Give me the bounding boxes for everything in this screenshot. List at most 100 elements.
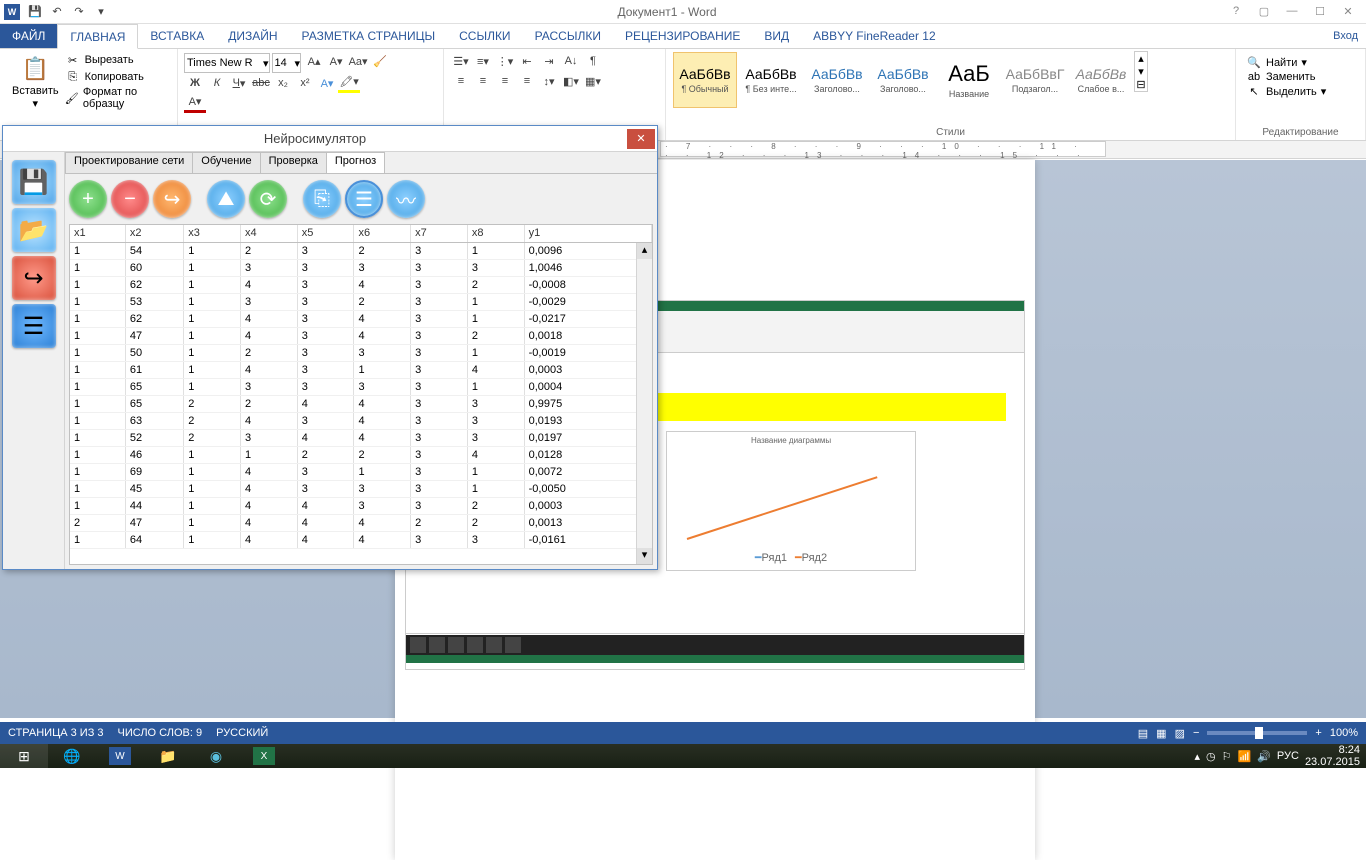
tab-review[interactable]: РЕЦЕНЗИРОВАНИЕ bbox=[613, 24, 752, 48]
sort-icon[interactable]: A↓ bbox=[560, 51, 582, 71]
grid-cell[interactable]: 1 bbox=[467, 293, 524, 310]
decrease-indent-icon[interactable]: ⇤ bbox=[516, 51, 538, 71]
close-icon[interactable]: ✕ bbox=[1334, 5, 1362, 18]
grid-cell[interactable]: 4 bbox=[241, 514, 298, 531]
grid-cell[interactable]: 50 bbox=[125, 344, 183, 361]
taskbar-explorer[interactable]: 📁 bbox=[144, 744, 192, 768]
grid-cell[interactable]: 65 bbox=[125, 395, 183, 412]
styles-more-icon[interactable]: ⊟ bbox=[1135, 78, 1147, 91]
grid-row[interactable]: 153133231-0,0029 bbox=[70, 293, 652, 310]
grid-cell[interactable]: 1 bbox=[70, 293, 125, 310]
grid-cell[interactable]: 1 bbox=[184, 242, 241, 259]
grid-cell[interactable]: 3 bbox=[411, 531, 468, 548]
grid-cell[interactable]: 3 bbox=[354, 497, 411, 514]
tray-up-icon[interactable]: ▴ bbox=[1194, 750, 1200, 763]
grid-cell[interactable]: 3 bbox=[297, 412, 354, 429]
style-subtitle[interactable]: АаБбВвГПодзагол... bbox=[1003, 52, 1067, 108]
grid-cell[interactable]: 3 bbox=[411, 497, 468, 514]
grid-cell[interactable]: 3 bbox=[297, 361, 354, 378]
shading-icon[interactable]: ◧▾ bbox=[560, 71, 582, 91]
grid-cell[interactable]: 63 bbox=[125, 412, 183, 429]
grid-cell[interactable]: 1 bbox=[70, 531, 125, 548]
grid-cell[interactable]: 3 bbox=[241, 293, 298, 310]
grid-cell[interactable]: 2 bbox=[184, 412, 241, 429]
grid-cell[interactable]: 69 bbox=[125, 463, 183, 480]
grid-cell[interactable]: 3 bbox=[297, 480, 354, 497]
grid-cell[interactable]: 1 bbox=[467, 242, 524, 259]
grid-row[interactable]: 1691431310,0072 bbox=[70, 463, 652, 480]
scroll-up-icon[interactable]: ▴ bbox=[637, 243, 652, 259]
taskbar-word[interactable]: W bbox=[96, 744, 144, 768]
grid-cell[interactable]: 2 bbox=[411, 514, 468, 531]
neurosim-title-bar[interactable]: Нейросимулятор ✕ bbox=[3, 126, 657, 152]
font-size-combo[interactable]: ▾ bbox=[272, 53, 302, 73]
zoom-level[interactable]: 100% bbox=[1330, 727, 1358, 739]
grid-cell[interactable]: 1 bbox=[70, 395, 125, 412]
cut-button[interactable]: ✂Вырезать bbox=[65, 52, 171, 68]
refresh-button-icon[interactable]: ⟳ bbox=[249, 180, 287, 218]
grid-cell[interactable]: 4 bbox=[241, 463, 298, 480]
grid-cell[interactable]: 3 bbox=[467, 395, 524, 412]
grid-cell[interactable]: 3 bbox=[241, 378, 298, 395]
grid-cell[interactable]: 1 bbox=[70, 259, 125, 276]
tab-insert[interactable]: ВСТАВКА bbox=[138, 24, 216, 48]
grid-cell[interactable]: 3 bbox=[411, 429, 468, 446]
change-case-icon[interactable]: Aa▾ bbox=[347, 51, 369, 71]
grid-cell[interactable]: 1 bbox=[184, 259, 241, 276]
grid-header[interactable]: x5 bbox=[297, 225, 354, 242]
copy-button[interactable]: ⎘Копировать bbox=[65, 69, 171, 85]
grid-cell[interactable]: 0,0018 bbox=[524, 327, 651, 344]
taskbar-app[interactable]: ◉ bbox=[192, 744, 240, 768]
grid-cell[interactable]: 4 bbox=[354, 429, 411, 446]
grid-row[interactable]: 1471434320,0018 bbox=[70, 327, 652, 344]
grid-cell[interactable]: 4 bbox=[297, 497, 354, 514]
strike-button[interactable]: abc bbox=[250, 73, 272, 93]
grid-row[interactable]: 1522344330,0197 bbox=[70, 429, 652, 446]
grid-cell[interactable]: 4 bbox=[354, 327, 411, 344]
style-title[interactable]: АаБНазвание bbox=[937, 52, 1001, 108]
grid-cell[interactable]: 4 bbox=[467, 446, 524, 463]
grid-cell[interactable]: 3 bbox=[241, 429, 298, 446]
grid-cell[interactable]: 1 bbox=[467, 463, 524, 480]
grid-cell[interactable]: 3 bbox=[354, 378, 411, 395]
grid-cell[interactable]: 2 bbox=[467, 276, 524, 293]
styles-up-icon[interactable]: ▴ bbox=[1135, 52, 1147, 65]
shrink-font-icon[interactable]: A▾ bbox=[325, 51, 347, 71]
grid-cell[interactable]: 1 bbox=[467, 344, 524, 361]
grid-cell[interactable]: 4 bbox=[354, 531, 411, 548]
tray-network-icon[interactable]: 📶 bbox=[1238, 750, 1252, 763]
grid-cell[interactable]: 0,0013 bbox=[524, 514, 651, 531]
sidebar-save-icon[interactable]: 💾 bbox=[12, 160, 56, 204]
tab-mailings[interactable]: РАССЫЛКИ bbox=[523, 24, 613, 48]
grid-row[interactable]: 164144433-0,0161 bbox=[70, 531, 652, 548]
grid-cell[interactable]: 1 bbox=[70, 242, 125, 259]
grid-header[interactable]: x4 bbox=[241, 225, 298, 242]
redo-button-icon[interactable]: ↪ bbox=[153, 180, 191, 218]
tab-file[interactable]: ФАЙЛ bbox=[0, 24, 57, 48]
taskbar-excel[interactable]: X bbox=[240, 744, 288, 768]
zoom-out-icon[interactable]: − bbox=[1193, 727, 1199, 739]
grid-cell[interactable]: 2 bbox=[241, 242, 298, 259]
grid-row[interactable]: 162143431-0,0217 bbox=[70, 310, 652, 327]
grid-cell[interactable]: 3 bbox=[297, 327, 354, 344]
grid-cell[interactable]: 4 bbox=[241, 497, 298, 514]
tab-home[interactable]: ГЛАВНАЯ bbox=[57, 24, 138, 49]
grid-cell[interactable]: 4 bbox=[241, 276, 298, 293]
grid-row[interactable]: 145143331-0,0050 bbox=[70, 480, 652, 497]
align-left-icon[interactable]: ≡ bbox=[450, 71, 472, 91]
grid-cell[interactable]: 2 bbox=[70, 514, 125, 531]
bold-button[interactable]: Ж bbox=[184, 73, 206, 93]
grid-cell[interactable]: 4 bbox=[297, 395, 354, 412]
grid-cell[interactable]: 0,0128 bbox=[524, 446, 651, 463]
sidebar-open-icon[interactable]: 📂 bbox=[12, 208, 56, 252]
grid-row[interactable]: 1541232310,0096 bbox=[70, 242, 652, 259]
tray-volume-icon[interactable]: 🔊 bbox=[1257, 750, 1271, 763]
grow-font-icon[interactable]: A▴ bbox=[303, 51, 325, 71]
tab-training[interactable]: Обучение bbox=[192, 152, 260, 173]
grid-cell[interactable]: 3 bbox=[297, 293, 354, 310]
grid-cell[interactable]: 1 bbox=[467, 310, 524, 327]
styles-gallery[interactable]: АаБбВв¶ Обычный АаБбВв¶ Без инте... АаБб… bbox=[672, 51, 1134, 109]
grid-cell[interactable]: 2 bbox=[354, 242, 411, 259]
grid-cell[interactable]: 4 bbox=[354, 310, 411, 327]
grid-cell[interactable]: 0,0003 bbox=[524, 361, 651, 378]
